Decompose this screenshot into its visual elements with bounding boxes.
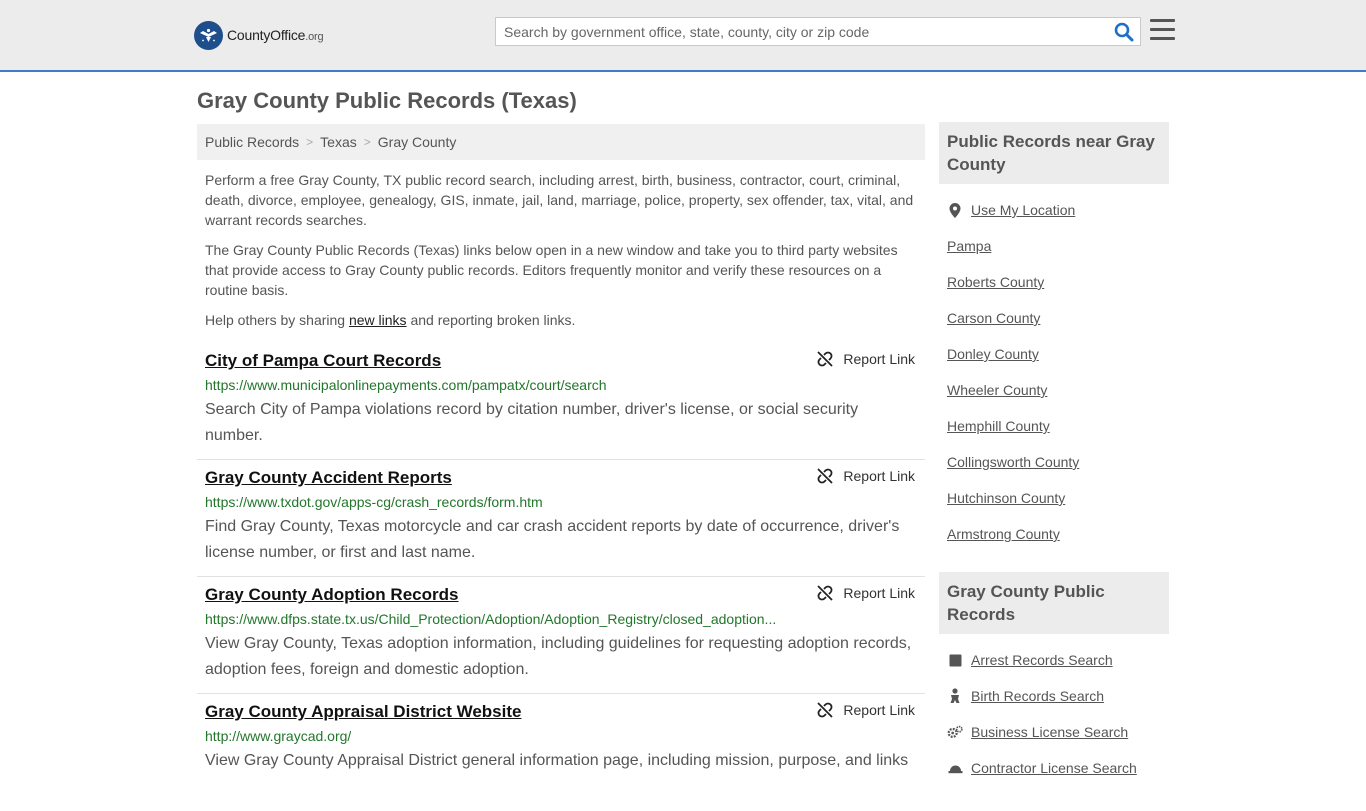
new-links-link[interactable]: new links: [349, 312, 407, 328]
use-my-location-link[interactable]: Use My Location: [971, 202, 1075, 218]
page-title: Gray County Public Records (Texas): [197, 88, 577, 113]
records-list: City of Pampa Court Records Report Link …: [197, 343, 925, 811]
record-title-link[interactable]: Gray County Accident Reports: [205, 468, 452, 488]
search-box: [495, 17, 1141, 46]
nearby-link-roberts-county[interactable]: Roberts County: [947, 274, 1044, 290]
nearby-link-hemphill-county[interactable]: Hemphill County: [947, 418, 1050, 434]
nearby-item: Armstrong County: [947, 516, 1169, 552]
map-pin-icon: [947, 202, 963, 218]
report-link-button[interactable]: Report Link: [817, 351, 915, 367]
broken-link-icon: [817, 468, 834, 484]
breadcrumb-texas[interactable]: Texas: [320, 134, 357, 150]
nearby-item: Hemphill County: [947, 408, 1169, 444]
report-link-button[interactable]: Report Link: [817, 702, 915, 718]
site-logo[interactable]: CountyOffice.org: [194, 20, 324, 50]
record-category-item: Contractor License Search: [947, 750, 1169, 786]
record-title-link[interactable]: City of Pampa Court Records: [205, 351, 441, 371]
nearby-item: Carson County: [947, 300, 1169, 336]
square-icon: [947, 652, 963, 668]
record-category-item: Birth Records Search: [947, 678, 1169, 714]
record-title-link[interactable]: Gray County Adoption Records: [205, 585, 458, 605]
hardhat-icon: [947, 760, 963, 776]
nearby-link-donley-county[interactable]: Donley County: [947, 346, 1039, 362]
broken-link-icon: [817, 351, 834, 367]
breadcrumb-separator: >: [363, 135, 371, 149]
intro-paragraph-1: Perform a free Gray County, TX public re…: [205, 172, 914, 228]
breadcrumb-gray-county[interactable]: Gray County: [378, 134, 457, 150]
record-item: City of Pampa Court Records Report Link …: [197, 343, 925, 460]
record-description: View Gray County, Texas adoption informa…: [205, 635, 912, 678]
gears-icon: [947, 724, 963, 740]
nearby-link-wheeler-county[interactable]: Wheeler County: [947, 382, 1047, 398]
broken-link-icon: [817, 702, 834, 718]
breadcrumb-public-records[interactable]: Public Records: [205, 134, 299, 150]
nearby-link-carson-county[interactable]: Carson County: [947, 310, 1040, 326]
record-category-item: Arrest Records Search: [947, 642, 1169, 678]
nearby-item: Hutchinson County: [947, 480, 1169, 516]
record-description: View Gray County Appraisal District gene…: [205, 752, 909, 769]
report-link-button[interactable]: Report Link: [817, 585, 915, 601]
nearby-link-pampa[interactable]: Pampa: [947, 238, 991, 254]
record-url[interactable]: https://www.txdot.gov/apps-cg/crash_reco…: [205, 494, 543, 510]
nearby-item: Collingsworth County: [947, 444, 1169, 480]
record-url[interactable]: http://www.graycad.org/: [205, 728, 351, 744]
nearby-item: Donley County: [947, 336, 1169, 372]
nearby-link-hutchinson-county[interactable]: Hutchinson County: [947, 490, 1065, 506]
record-item: Gray County Adoption Records Report Link…: [197, 577, 925, 694]
record-category-item: Business License Search: [947, 714, 1169, 750]
record-title-link[interactable]: Gray County Appraisal District Website: [205, 702, 521, 722]
contractor-license-link[interactable]: Contractor License Search: [971, 760, 1137, 776]
breadcrumb: Public Records > Texas > Gray County: [197, 124, 925, 160]
report-link-button[interactable]: Report Link: [817, 468, 915, 484]
record-item: Gray County Accident Reports Report Link…: [197, 460, 925, 577]
business-license-link[interactable]: Business License Search: [971, 724, 1128, 740]
logo-wordmark: CountyOffice.org: [227, 27, 324, 43]
sidebar-nearby-heading: Public Records near Gray County: [939, 122, 1169, 184]
search-input[interactable]: [496, 18, 1096, 45]
hamburger-menu-icon[interactable]: [1150, 19, 1175, 41]
broken-link-icon: [817, 585, 834, 601]
use-my-location-item: Use My Location: [947, 192, 1169, 228]
site-header: CountyOffice.org: [0, 0, 1366, 72]
sidebar-records: Gray County Public Records Arrest Record…: [939, 572, 1169, 786]
intro-paragraph-2: The Gray County Public Records (Texas) l…: [205, 242, 898, 298]
nearby-link-armstrong-county[interactable]: Armstrong County: [947, 526, 1060, 542]
intro-paragraph-3: Help others by sharing new links and rep…: [205, 312, 576, 328]
birth-records-link[interactable]: Birth Records Search: [971, 688, 1104, 704]
nearby-link-collingsworth-county[interactable]: Collingsworth County: [947, 454, 1079, 470]
sidebar-nearby: Public Records near Gray County Use My L…: [939, 122, 1169, 552]
record-url[interactable]: https://www.municipalonlinepayments.com/…: [205, 377, 607, 393]
eagle-seal-icon: [194, 20, 223, 50]
record-item: Gray County Appraisal District Website R…: [197, 694, 925, 811]
record-url[interactable]: https://www.dfps.state.tx.us/Child_Prote…: [205, 611, 776, 627]
nearby-item: Roberts County: [947, 264, 1169, 300]
nearby-item: Pampa: [947, 228, 1169, 264]
arrest-records-link[interactable]: Arrest Records Search: [971, 652, 1113, 668]
breadcrumb-separator: >: [306, 135, 314, 149]
record-description: Search City of Pampa violations record b…: [205, 401, 859, 444]
nearby-item: Wheeler County: [947, 372, 1169, 408]
record-description: Find Gray County, Texas motorcycle and c…: [205, 518, 900, 561]
sidebar-records-heading: Gray County Public Records: [939, 572, 1169, 634]
baby-icon: [947, 688, 963, 704]
search-icon[interactable]: [1114, 22, 1134, 42]
